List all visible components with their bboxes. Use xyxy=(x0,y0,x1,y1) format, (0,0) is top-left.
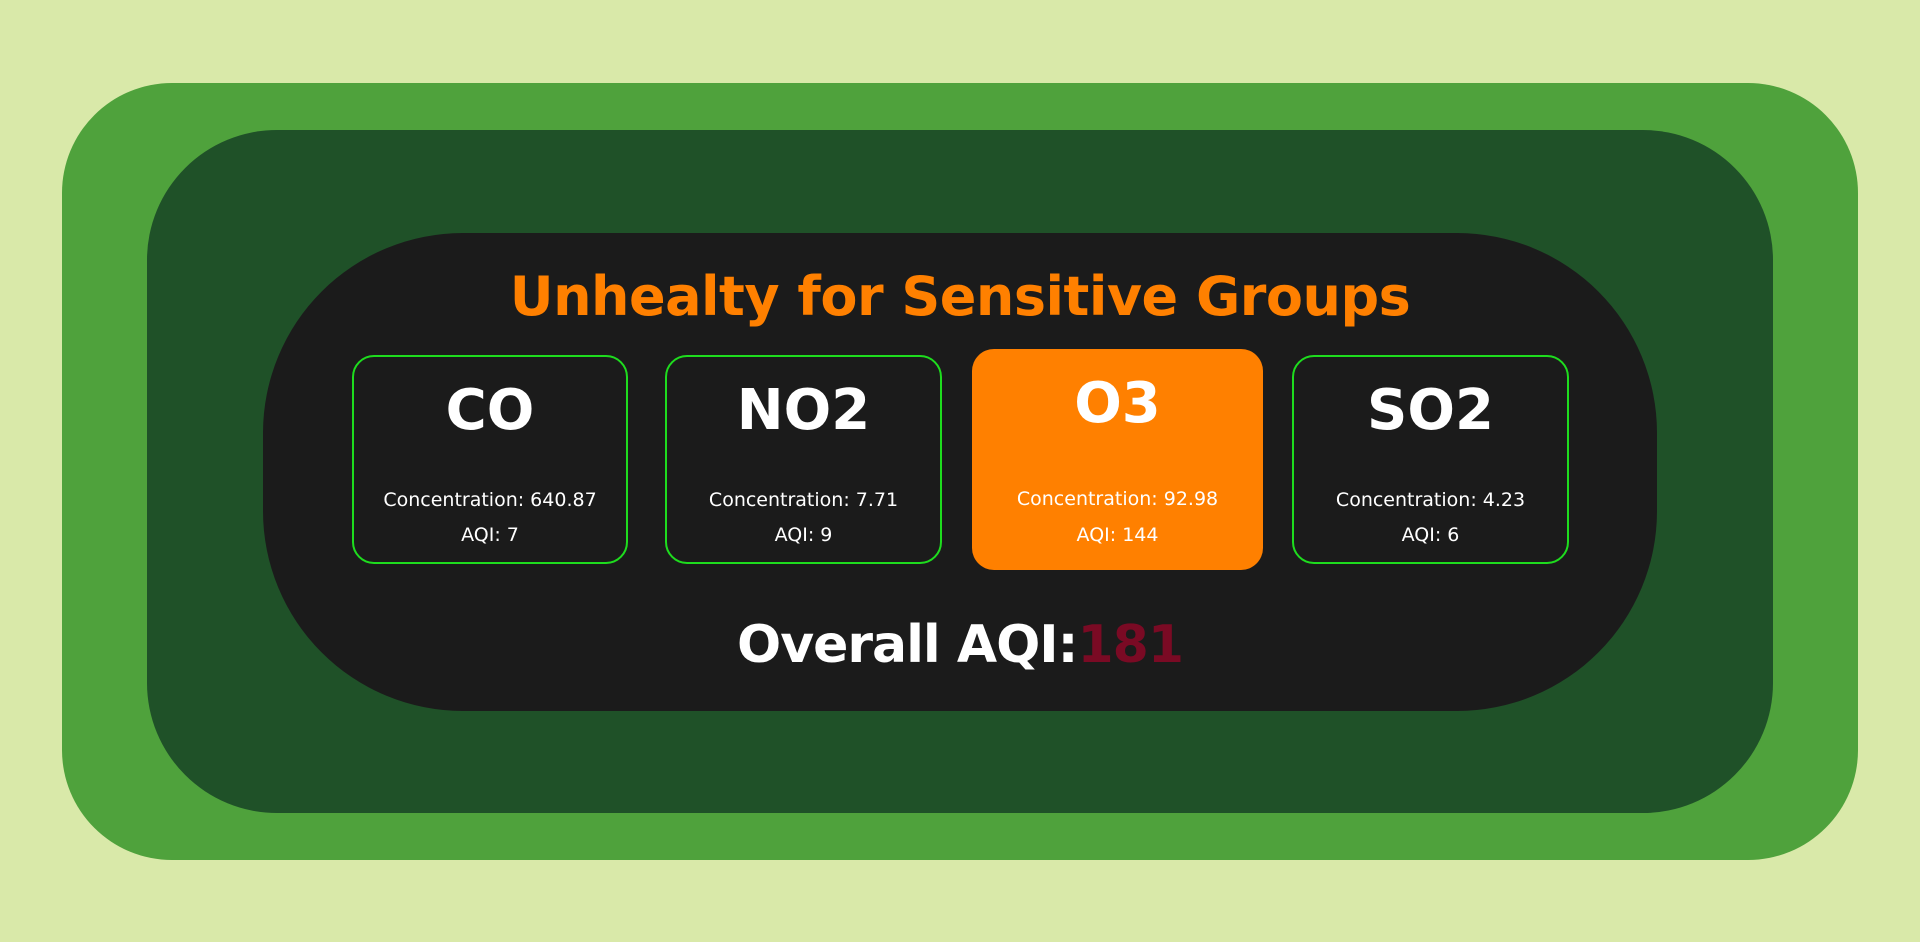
overall-aqi-label: Overall AQI: xyxy=(737,615,1078,675)
pollutant-card-o3: O3 Concentration: 92.98 AQI: 144 xyxy=(972,349,1263,570)
overall-aqi-value: 181 xyxy=(1077,615,1184,675)
pollutant-aqi: AQI: 9 xyxy=(774,524,833,546)
pollutant-concentration: Concentration: 4.23 xyxy=(1335,489,1526,511)
pollutant-concentration: Concentration: 92.98 xyxy=(1016,488,1219,510)
pollutant-name: O3 xyxy=(1074,371,1161,436)
pollutant-aqi: AQI: 144 xyxy=(1076,524,1159,546)
aqi-category-title: Unhealty for Sensitive Groups xyxy=(509,265,1411,328)
overall-aqi: Overall AQI:181 xyxy=(0,613,1920,677)
pollutant-concentration: Concentration: 7.71 xyxy=(708,489,899,511)
pollutant-card-so2: SO2 Concentration: 4.23 AQI: 6 xyxy=(1292,355,1569,564)
pollutant-name: SO2 xyxy=(1367,378,1494,443)
pollutant-name: NO2 xyxy=(736,378,871,443)
pollutant-concentration: Concentration: 640.87 xyxy=(383,489,597,511)
pollutant-aqi: AQI: 6 xyxy=(1401,524,1460,546)
pollutant-name: CO xyxy=(445,378,535,443)
pollutant-card-co: CO Concentration: 640.87 AQI: 7 xyxy=(352,355,628,564)
pollutant-aqi: AQI: 7 xyxy=(461,524,519,546)
pollutant-card-no2: NO2 Concentration: 7.71 AQI: 9 xyxy=(665,355,942,564)
